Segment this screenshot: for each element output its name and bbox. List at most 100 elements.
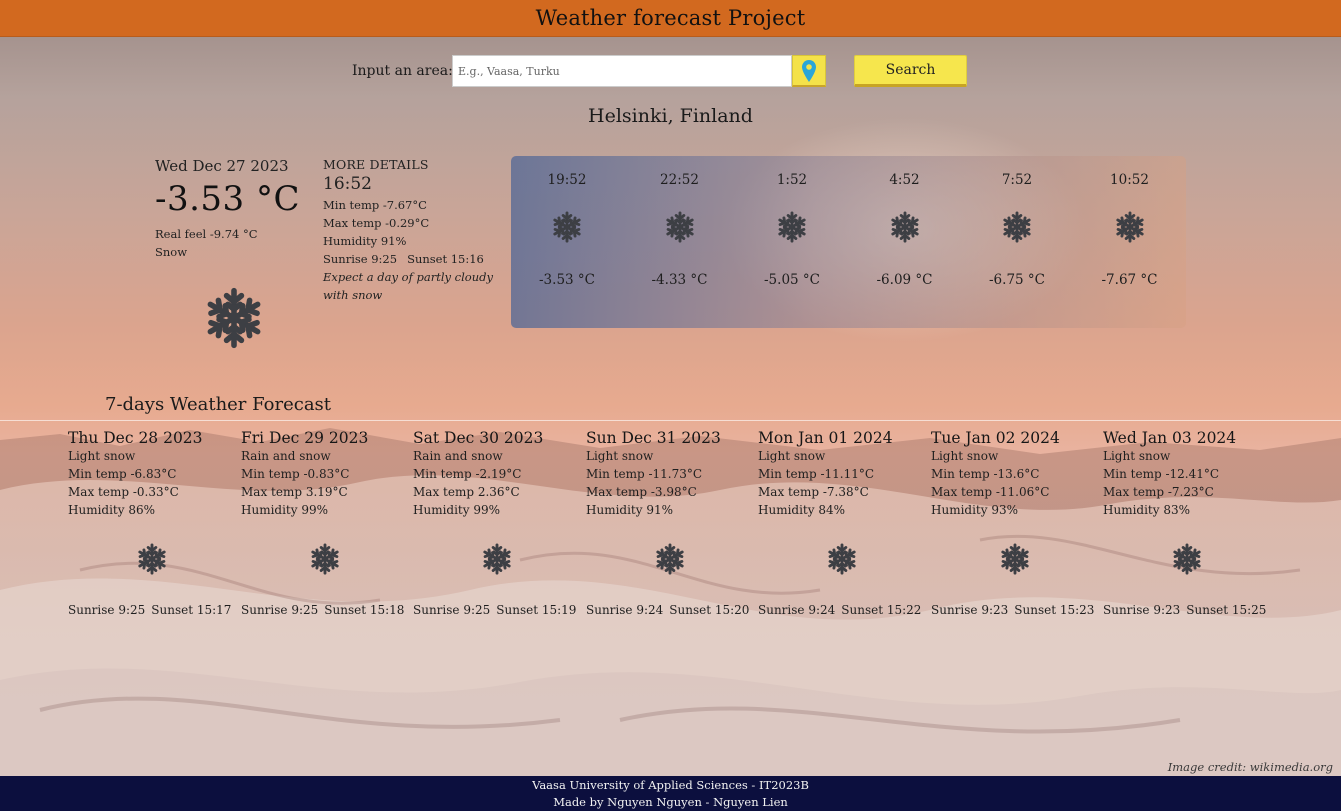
forecast-max-temp: Max temp -7.23°C (1103, 485, 1214, 499)
forecast-max-temp: Max temp 3.19°C (241, 485, 348, 499)
forecast-condition: Light snow (586, 449, 654, 463)
hour-temp: -7.67 °C (1101, 272, 1158, 288)
today-min-temp: Min temp -7.67°C (323, 198, 427, 212)
footer-authors: Made by Nguyen Nguyen - Nguyen Lien (553, 795, 788, 809)
forecast-humidity: Humidity 83% (1103, 503, 1191, 517)
snowflake-icon (776, 211, 808, 247)
search-bar: Input an area: Search (0, 55, 1341, 88)
forecast-humidity: Humidity 99% (241, 503, 329, 517)
today-max-temp: Max temp -0.29°C (323, 216, 430, 230)
hour-time: 7:52 (1001, 172, 1033, 188)
hour-time: 22:52 (660, 172, 699, 188)
hour-time: 4:52 (889, 172, 920, 188)
location-pin-icon (802, 59, 816, 82)
hour-temp: -3.53 °C (539, 272, 595, 288)
forecast-sunset: Sunset 15:18 (324, 603, 405, 617)
search-button[interactable]: Search (854, 55, 967, 87)
hour-time: 19:52 (547, 172, 587, 188)
snowflake-icon (309, 543, 341, 579)
current-time: 16:52 (323, 174, 372, 194)
page-title: Weather forecast Project (535, 6, 806, 30)
forecast-sunrise: Sunrise 9:23 (1103, 603, 1181, 617)
hour-temp: -4.33 °C (651, 272, 708, 288)
section-divider (0, 420, 1341, 421)
forecast-day-card: Wed Jan 03 2024 Light snow Min temp -12.… (1103, 429, 1275, 617)
use-location-button[interactable] (792, 55, 826, 87)
forecast-condition: Light snow (1103, 449, 1171, 463)
hour-temp: -6.09 °C (876, 272, 933, 288)
forecast-sunrise: Sunrise 9:25 (68, 603, 146, 617)
forecast-min-temp: Min temp -0.83°C (241, 467, 350, 481)
forecast-date: Fri Dec 29 2023 (241, 429, 369, 447)
snowflake-icon (1114, 211, 1146, 247)
forecast-sunset: Sunset 15:22 (841, 603, 922, 617)
forecast-humidity: Humidity 99% (413, 503, 501, 517)
snowflake-icon (889, 211, 921, 247)
forecast-date: Mon Jan 01 2024 (758, 429, 893, 447)
hour-temp: -6.75 °C (989, 272, 1045, 288)
hour-temp: -5.05 °C (764, 272, 820, 288)
footer-school: Vaasa University of Applied Sciences - I… (532, 778, 809, 792)
forecast-humidity: Humidity 93% (931, 503, 1019, 517)
forecast-min-temp: Min temp -11.11°C (758, 467, 875, 481)
forecast-date: Thu Dec 28 2023 (68, 429, 203, 447)
snowflake-icon (136, 543, 168, 579)
forecast-min-temp: Min temp -2.19°C (413, 467, 522, 481)
forecast-max-temp: Max temp -3.98°C (586, 485, 697, 499)
snowflake-icon (1001, 211, 1033, 247)
today-sunset: Sunset 15:16 (407, 252, 484, 266)
snowflake-icon (654, 543, 686, 579)
search-label: Input an area: (352, 63, 453, 79)
forecast-humidity: Humidity 86% (68, 503, 156, 517)
top-header-bar: Weather forecast Project (0, 0, 1341, 37)
hourly-forecast-panel: 19:52 -3.53 °C 22:52 -4.33 °C 1:52 -5.05… (511, 156, 1186, 328)
hour-time: 1:52 (776, 172, 808, 188)
forecast-max-temp: Max temp -11.06°C (931, 485, 1050, 499)
forecast-sunrise: Sunrise 9:25 (241, 603, 319, 617)
snowflake-icon (203, 287, 265, 353)
forecast-max-temp: Max temp 2.36°C (413, 485, 520, 499)
forecast-sunrise: Sunrise 9:24 (758, 603, 836, 617)
forecast-min-temp: Min temp -12.41°C (1103, 467, 1220, 481)
forecast-max-temp: Max temp -0.33°C (68, 485, 179, 499)
forecast-condition: Light snow (931, 449, 999, 463)
forecast-sunset: Sunset 15:17 (151, 603, 232, 617)
details-heading: MORE DETAILS (323, 157, 429, 172)
hour-time: 10:52 (1110, 172, 1149, 188)
forecast-day-card: Sat Dec 30 2023 Rain and snow Min temp -… (413, 429, 585, 617)
forecast-day-card: Thu Dec 28 2023 Light snow Min temp -6.8… (68, 429, 240, 617)
current-date: Wed Dec 27 2023 (155, 157, 289, 175)
snowflake-icon (1171, 543, 1203, 579)
real-feel: Real feel -9.74 °C (155, 227, 258, 241)
forecast-sunset: Sunset 15:19 (496, 603, 577, 617)
forecast-humidity: Humidity 91% (586, 503, 674, 517)
forecast-sunset: Sunset 15:20 (669, 603, 750, 617)
forecast-min-temp: Min temp -11.73°C (586, 467, 703, 481)
area-search-input[interactable] (452, 55, 792, 87)
forecast-condition: Rain and snow (241, 449, 331, 463)
image-credit: Image credit: wikimedia.org (1167, 760, 1333, 774)
snowflake-icon (551, 211, 583, 247)
snowflake-icon (481, 543, 513, 579)
forecast-heading: 7-days Weather Forecast (105, 394, 332, 415)
forecast-date: Sun Dec 31 2023 (586, 429, 721, 447)
forecast-date: Sat Dec 30 2023 (413, 429, 544, 447)
forecast-sunrise: Sunrise 9:23 (931, 603, 1009, 617)
forecast-day-card: Mon Jan 01 2024 Light snow Min temp -11.… (758, 429, 930, 617)
forecast-condition: Light snow (758, 449, 826, 463)
forecast-humidity: Humidity 84% (758, 503, 846, 517)
forecast-date: Wed Jan 03 2024 (1103, 429, 1237, 447)
today-humidity: Humidity 91% (323, 234, 407, 248)
forecast-day-card: Sun Dec 31 2023 Light snow Min temp -11.… (586, 429, 758, 617)
day-summary: Expect a day of partly cloudy with snow (323, 270, 493, 302)
forecast-condition: Rain and snow (413, 449, 503, 463)
forecast-day-card: Fri Dec 29 2023 Rain and snow Min temp -… (241, 429, 413, 617)
forecast-sunrise: Sunrise 9:25 (413, 603, 491, 617)
current-condition: Snow (155, 245, 188, 259)
forecast-sunrise: Sunrise 9:24 (586, 603, 664, 617)
more-details-panel: MORE DETAILS 16:52 Min temp -7.67°C Max … (323, 157, 498, 304)
forecast-sunset: Sunset 15:23 (1014, 603, 1095, 617)
snowflake-icon (664, 211, 696, 247)
current-temperature: -3.53 °C (155, 179, 301, 219)
forecast-sunset: Sunset 15:25 (1186, 603, 1267, 617)
